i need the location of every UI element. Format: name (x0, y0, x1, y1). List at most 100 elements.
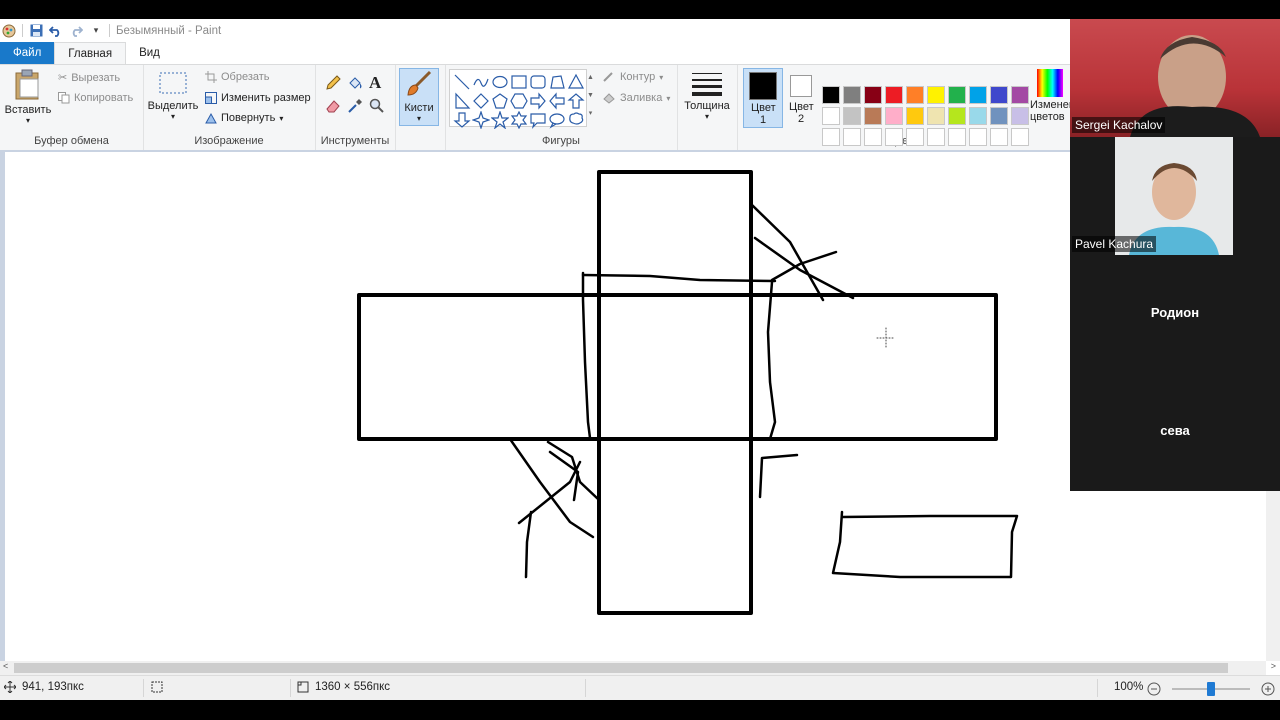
color-swatch[interactable] (864, 86, 882, 104)
select-button[interactable]: Выделить ▾ (147, 69, 199, 121)
color-swatch[interactable] (906, 128, 924, 146)
color-swatch[interactable] (822, 86, 840, 104)
color-swatch[interactable] (948, 86, 966, 104)
color1-button[interactable]: Цвет 1 (743, 68, 783, 128)
participant-name[interactable]: Родион (1070, 305, 1280, 320)
tab-home[interactable]: Главная (54, 42, 127, 64)
color-swatch[interactable] (906, 107, 924, 125)
color-swatch[interactable] (1011, 86, 1029, 104)
shape-option-icon[interactable] (490, 91, 509, 110)
shape-option-icon[interactable] (547, 72, 566, 91)
shape-option-icon[interactable] (566, 72, 585, 91)
cut-button[interactable]: ✂ Вырезать (58, 71, 121, 85)
shape-option-icon[interactable] (471, 72, 490, 91)
horizontal-scrollbar[interactable]: < > (0, 661, 1276, 675)
shape-option-icon[interactable] (490, 72, 509, 91)
tools-group-label: Инструменты (320, 135, 390, 147)
copy-button[interactable]: Копировать (58, 92, 133, 104)
size-button[interactable]: Толщина ▾ (681, 71, 733, 121)
color-swatch[interactable] (969, 107, 987, 125)
zoom-in-icon[interactable] (1261, 682, 1275, 696)
shapes-scroll[interactable]: ▲ ▼ ▾ (586, 69, 595, 125)
color-swatch[interactable] (822, 107, 840, 125)
customize-quick-access-icon[interactable]: ▾ (89, 24, 103, 38)
scroll-left-icon[interactable]: < (3, 661, 8, 671)
brushes-button[interactable]: Кисти ▾ (399, 68, 439, 126)
color-swatch[interactable] (822, 128, 840, 146)
color-swatch[interactable] (843, 128, 861, 146)
color-swatch[interactable] (927, 128, 945, 146)
magnifier-icon[interactable] (369, 98, 385, 114)
shape-option-icon[interactable] (509, 72, 528, 91)
participant-name[interactable]: сева (1070, 423, 1280, 438)
color-swatch[interactable] (864, 128, 882, 146)
color-swatch[interactable] (843, 86, 861, 104)
color-swatch[interactable] (885, 86, 903, 104)
brushes-group: Кисти ▾ (395, 65, 446, 150)
shape-option-icon[interactable] (452, 91, 471, 110)
cursor-move-icon (4, 681, 16, 693)
color-swatch[interactable] (927, 107, 945, 125)
horizontal-scroll-thumb[interactable] (14, 663, 1228, 673)
redo-icon[interactable] (69, 24, 83, 38)
shape-option-icon[interactable] (490, 110, 509, 129)
cursor-position: 941, 193пкс (4, 681, 84, 693)
color-swatch[interactable] (1011, 107, 1029, 125)
shape-option-icon[interactable] (509, 91, 528, 110)
color-swatch[interactable] (969, 86, 987, 104)
select-rectangle-icon (158, 69, 188, 97)
pencil-icon[interactable] (325, 75, 341, 91)
shape-option-icon[interactable] (528, 91, 547, 110)
color2-button[interactable]: Цвет 2 (785, 69, 817, 125)
zoom-slider-track[interactable] (1172, 682, 1250, 696)
crop-button[interactable]: Обрезать (205, 71, 270, 83)
color-swatch[interactable] (927, 86, 945, 104)
shape-option-icon[interactable] (471, 110, 490, 129)
text-tool-icon[interactable]: A (369, 73, 381, 93)
paint-app-icon[interactable] (2, 24, 16, 38)
status-bar: 941, 193пкс 1360 × 556пкс 100% (0, 675, 1280, 700)
edit-colors-button[interactable]: Изменение цветов (1030, 69, 1070, 123)
color-swatch[interactable] (969, 128, 987, 146)
shape-option-icon[interactable] (528, 110, 547, 129)
participant-tile[interactable]: Sergei Kachalov (1070, 19, 1280, 137)
tab-file[interactable]: Файл (0, 42, 55, 64)
paste-button[interactable]: Вставить ▾ (4, 69, 52, 125)
resize-button[interactable]: Изменить размер (205, 92, 311, 104)
color-swatch[interactable] (843, 107, 861, 125)
color-swatch[interactable] (885, 107, 903, 125)
color-swatch[interactable] (990, 128, 1008, 146)
color-swatch[interactable] (990, 107, 1008, 125)
shape-option-icon[interactable] (547, 110, 566, 129)
zoom-slider-thumb[interactable] (1207, 682, 1215, 696)
shape-option-icon[interactable] (566, 91, 585, 110)
shape-option-icon[interactable] (452, 72, 471, 91)
color-swatch[interactable] (990, 86, 1008, 104)
shape-option-icon[interactable] (452, 110, 471, 129)
shape-option-icon[interactable] (566, 110, 585, 129)
rotate-button[interactable]: Повернуть ▾ (205, 112, 283, 124)
shape-option-icon[interactable] (547, 91, 566, 110)
eraser-icon[interactable] (325, 98, 341, 114)
shape-option-icon[interactable] (471, 91, 490, 110)
color-swatch[interactable] (948, 107, 966, 125)
save-icon[interactable] (29, 24, 43, 38)
size-group: Толщина ▾ (677, 65, 738, 150)
outline-button[interactable]: Контур ▾ (602, 71, 663, 83)
shape-option-icon[interactable] (528, 72, 547, 91)
color2-label: Цвет 2 (789, 101, 814, 125)
scroll-right-icon[interactable]: > (1271, 661, 1276, 671)
fill-bucket-icon[interactable] (347, 75, 363, 91)
color-swatch[interactable] (864, 107, 882, 125)
color-swatch[interactable] (1011, 128, 1029, 146)
tab-view[interactable]: Вид (126, 42, 173, 64)
fill-button[interactable]: Заливка ▾ (602, 92, 670, 104)
shape-option-icon[interactable] (509, 110, 528, 129)
cut-label: Вырезать (71, 71, 121, 84)
color-picker-icon[interactable] (347, 98, 363, 114)
color-swatch[interactable] (906, 86, 924, 104)
color-swatch[interactable] (948, 128, 966, 146)
color-swatch[interactable] (885, 128, 903, 146)
undo-icon[interactable] (49, 24, 63, 38)
zoom-out-icon[interactable] (1147, 682, 1161, 696)
